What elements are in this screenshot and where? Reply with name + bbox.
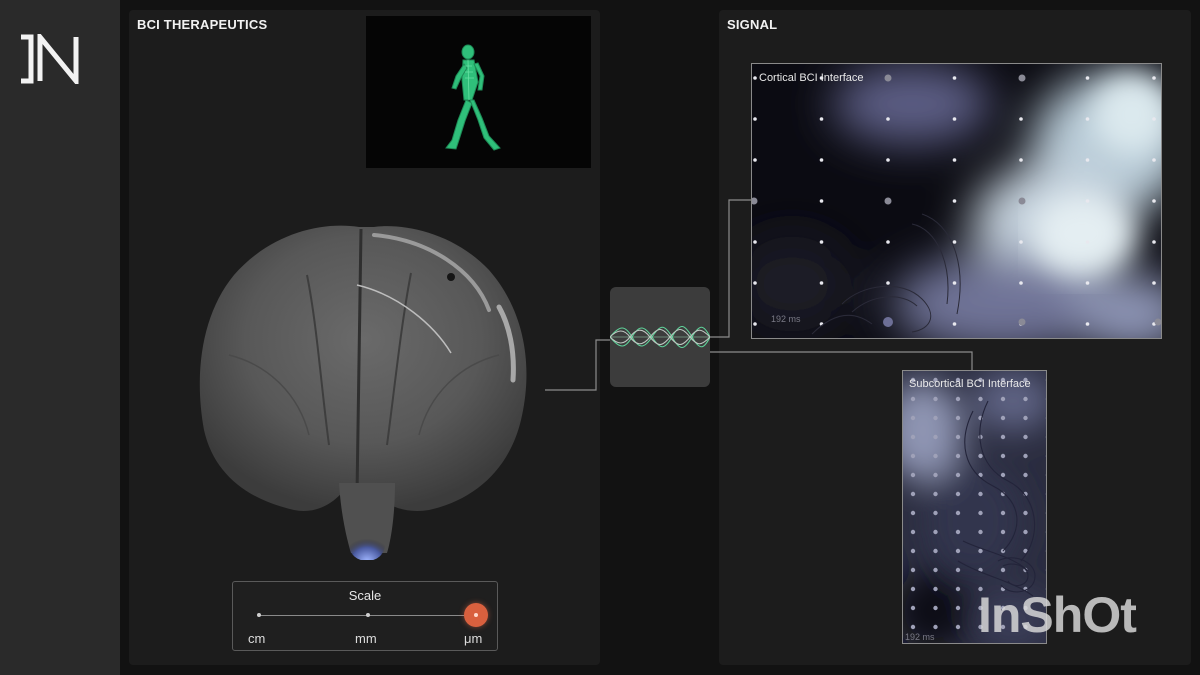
inshot-watermark: InShOt	[978, 587, 1137, 643]
scale-title: Scale	[348, 588, 382, 603]
scale-label-um[interactable]: μm	[464, 631, 482, 646]
cortical-heatmap[interactable]: Cortical BCI Interface 192 ms	[751, 63, 1162, 339]
cortical-label: Cortical BCI Interface	[759, 72, 864, 84]
signal-mixer[interactable]	[609, 287, 711, 387]
brain-render	[199, 225, 527, 560]
scale-label-cm[interactable]: cm	[248, 631, 265, 646]
therapeutics-title: BCI THERAPEUTICS	[137, 17, 268, 32]
scale-knob[interactable]	[464, 603, 488, 627]
sidebar	[0, 0, 120, 675]
scale-label-mm[interactable]: mm	[355, 631, 377, 646]
scale-stop-cm[interactable]	[257, 613, 261, 617]
cortical-heatmap-canvas	[752, 64, 1161, 338]
subcortical-time: 192 ms	[905, 632, 935, 642]
therapeutics-panel: BCI THERAPEUTICS Scale cm mm μm	[129, 10, 600, 665]
waveform-icon	[609, 325, 711, 349]
brand-logo[interactable]	[18, 34, 84, 84]
scale-selector: Scale cm mm μm	[232, 581, 498, 651]
cortical-time: 192 ms	[771, 314, 801, 324]
walking-skeleton-video[interactable]	[366, 16, 591, 168]
signal-title: SIGNAL	[727, 17, 778, 32]
scale-stop-mm[interactable]	[366, 613, 370, 617]
subcortical-label: Subcortical BCI Interface	[909, 378, 1031, 390]
skeleton-figure	[445, 44, 501, 151]
